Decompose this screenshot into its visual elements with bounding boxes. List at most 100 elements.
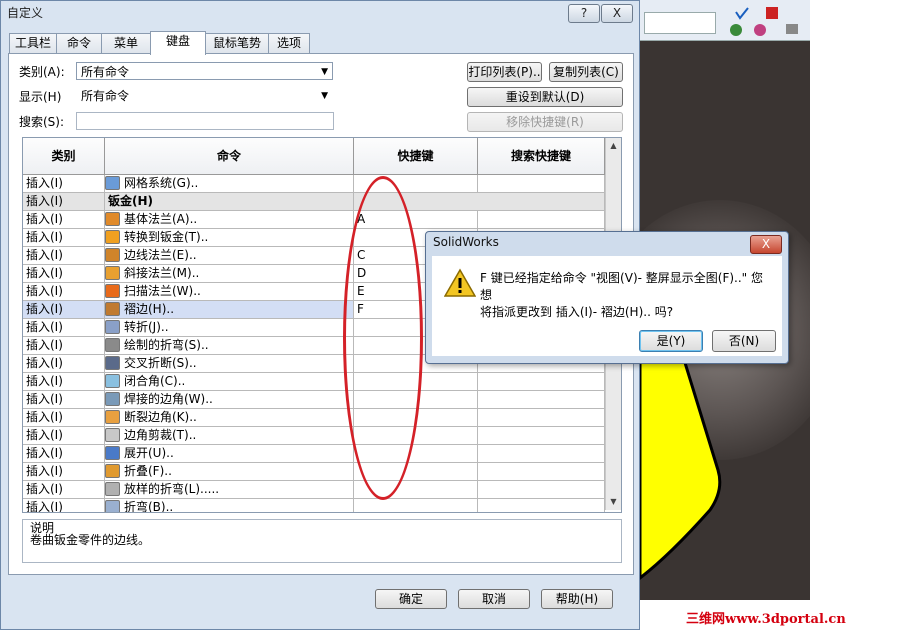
row-command: 交叉折断(S).. [105, 355, 354, 372]
table-row[interactable]: 插入(I) 闭合角(C).. [23, 373, 605, 391]
row-command-label: 边线法兰(E).. [124, 248, 197, 262]
row-category: 插入(I) [23, 373, 105, 390]
tab-toolbars[interactable]: 工具栏 [9, 33, 57, 53]
table-row[interactable]: 插入(I) 折弯(B).. [23, 499, 605, 513]
row-category: 插入(I) [23, 463, 105, 480]
search-input[interactable] [76, 112, 334, 130]
command-icon [105, 409, 120, 424]
row-command-label: 焊接的边角(W).. [124, 392, 213, 406]
command-icon [105, 301, 120, 316]
message-title: SolidWorks [433, 235, 499, 249]
tab-options[interactable]: 选项 [268, 33, 310, 53]
table-row[interactable]: 插入(I) 边角剪裁(T).. [23, 427, 605, 445]
row-search-shortcut[interactable] [478, 373, 605, 390]
row-command: 闭合角(C).. [105, 373, 354, 390]
row-category: 插入(I) [23, 229, 105, 246]
row-search-shortcut[interactable] [478, 391, 605, 408]
column-header-category[interactable]: 类别 [23, 138, 105, 174]
message-text: F 键已经指定给命令 "视图(V)- 整屏显示全图(F).." 您想 将指派更改… [480, 270, 770, 321]
column-header-search-shortcut[interactable]: 搜索快捷键 [478, 138, 605, 174]
close-title-button[interactable]: X [601, 4, 633, 23]
table-row[interactable]: 插入(I) 放样的折弯(L)..... [23, 481, 605, 499]
message-close-button[interactable]: X [750, 235, 782, 254]
table-row[interactable]: 插入(I) 焊接的边角(W).. [23, 391, 605, 409]
command-icon [105, 337, 120, 352]
warning-icon [444, 268, 476, 297]
scroll-down-icon[interactable]: ▼ [606, 494, 621, 510]
dialog-title: 自定义 [7, 6, 44, 20]
row-command: 放样的折弯(L)..... [105, 481, 354, 498]
row-category: 插入(I) [23, 319, 105, 336]
help-button[interactable]: 帮助(H) [541, 589, 613, 609]
row-category: 插入(I) [23, 337, 105, 354]
row-command: 边角剪裁(T).. [105, 427, 354, 444]
description-box: 说明 卷曲钣金零件的边线。 [22, 519, 622, 563]
category-combo[interactable]: 所有命令 ▼ [76, 62, 333, 80]
no-button[interactable]: 否(N) [712, 330, 776, 352]
column-header-command[interactable]: 命令 [105, 138, 354, 174]
tab-mouse-gestures[interactable]: 鼠标笔势 [205, 33, 269, 53]
row-search-shortcut[interactable] [478, 193, 605, 210]
tab-commands[interactable]: 命令 [56, 33, 102, 53]
row-category: 插入(I) [23, 391, 105, 408]
row-search-shortcut[interactable] [478, 481, 605, 498]
row-search-shortcut[interactable] [478, 463, 605, 480]
ok-button[interactable]: 确定 [375, 589, 447, 609]
command-icon [105, 463, 120, 478]
table-row[interactable]: 插入(I) 钣金(H) [23, 193, 605, 211]
row-command-label: 折弯(B).. [124, 500, 174, 513]
print-list-button[interactable]: 打印列表(P).. [467, 62, 542, 82]
command-icon [105, 445, 120, 460]
row-command: 焊接的边角(W).. [105, 391, 354, 408]
help-title-button[interactable]: ? [568, 4, 600, 23]
table-row[interactable]: 插入(I) 基体法兰(A).. A [23, 211, 605, 229]
show-combo[interactable]: 所有命令 ▼ [76, 86, 333, 104]
row-category: 插入(I) [23, 283, 105, 300]
command-icon [105, 283, 120, 298]
row-search-shortcut[interactable] [478, 445, 605, 462]
row-search-shortcut[interactable] [478, 211, 605, 228]
scroll-up-icon[interactable]: ▲ [606, 138, 621, 154]
reset-default-button[interactable]: 重设到默认(D) [467, 87, 623, 107]
tab-menus[interactable]: 菜单 [101, 33, 151, 53]
row-category: 插入(I) [23, 211, 105, 228]
cancel-button[interactable]: 取消 [458, 589, 530, 609]
row-search-shortcut[interactable] [478, 427, 605, 444]
command-icon [105, 481, 120, 496]
row-search-shortcut[interactable] [478, 499, 605, 512]
tab-keyboard[interactable]: 键盘 [150, 31, 206, 55]
row-category: 插入(I) [23, 193, 105, 210]
row-command-label: 闭合角(C).. [124, 374, 186, 388]
category-label: 类别(A): [19, 65, 65, 79]
row-command-label: 边角剪裁(T).. [124, 428, 197, 442]
table-row[interactable]: 插入(I) 展开(U).. [23, 445, 605, 463]
table-row[interactable]: 插入(I) 折叠(F).. [23, 463, 605, 481]
row-search-shortcut[interactable] [478, 409, 605, 426]
row-category: 插入(I) [23, 175, 105, 192]
row-category: 插入(I) [23, 265, 105, 282]
watermark: 三维网www.3dportal.cn [686, 612, 846, 627]
command-icon [105, 391, 120, 406]
row-command-label: 转折(J).. [124, 320, 169, 334]
yes-button[interactable]: 是(Y) [639, 330, 703, 352]
solidworks-message-box: SolidWorks X F 键已经指定给命令 "视图(V)- 整屏显示全图(F… [425, 231, 789, 364]
command-icon [105, 427, 120, 442]
row-command-label: 转换到钣金(T).. [124, 230, 209, 244]
row-search-shortcut[interactable] [478, 175, 605, 192]
row-command: 折叠(F).. [105, 463, 354, 480]
chevron-down-icon: ▼ [321, 91, 328, 101]
row-command-label: 褶边(H).. [124, 302, 175, 316]
description-text: 卷曲钣金零件的边线。 [30, 533, 151, 547]
row-command-label: 断裂边角(K).. [124, 410, 197, 424]
table-row[interactable]: 插入(I) 断裂边角(K).. [23, 409, 605, 427]
row-command-label: 绘制的折弯(S).. [124, 338, 209, 352]
copy-list-button[interactable]: 复制列表(C) [549, 62, 623, 82]
row-command: 展开(U).. [105, 445, 354, 462]
row-command: 转折(J).. [105, 319, 354, 336]
column-header-shortcut[interactable]: 快捷键 [354, 138, 478, 174]
row-category: 插入(I) [23, 409, 105, 426]
row-shortcut[interactable] [354, 499, 478, 512]
search-label: 搜索(S): [19, 115, 65, 129]
remove-shortcut-button[interactable]: 移除快捷键(R) [467, 112, 623, 132]
table-row[interactable]: 插入(I) 网格系统(G).. [23, 175, 605, 193]
